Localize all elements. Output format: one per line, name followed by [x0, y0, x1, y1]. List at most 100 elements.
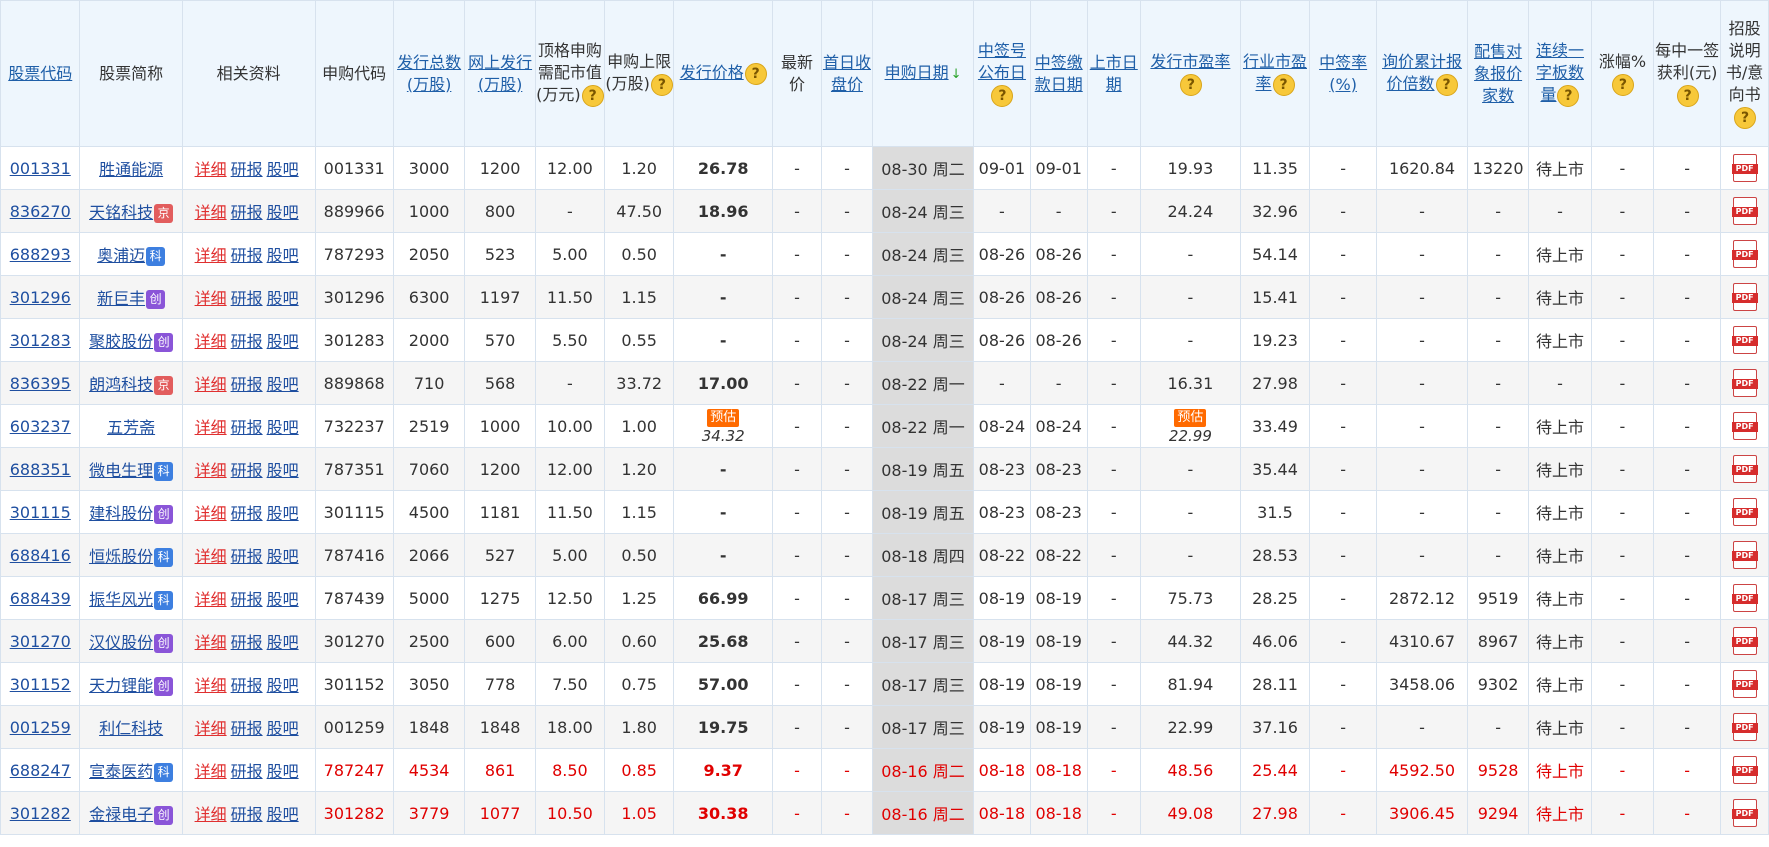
stock-code-link[interactable]: 688351: [10, 460, 71, 479]
forum-link[interactable]: 股吧: [267, 461, 299, 480]
column-header-link-listing[interactable]: 上市日期: [1090, 53, 1138, 94]
help-icon[interactable]: ?: [581, 84, 604, 107]
stock-code-link[interactable]: 301282: [10, 804, 71, 823]
stock-code-link[interactable]: 688439: [10, 589, 71, 608]
column-header-link-total[interactable]: 发行总数(万股): [397, 53, 461, 94]
help-icon[interactable]: ?: [1272, 73, 1295, 96]
column-header-link-first_close[interactable]: 首日收盘价: [823, 53, 871, 94]
stock-code-link[interactable]: 001331: [10, 159, 71, 178]
forum-link[interactable]: 股吧: [267, 203, 299, 222]
detail-link[interactable]: 详细: [195, 633, 227, 652]
pdf-icon[interactable]: [1731, 326, 1758, 354]
forum-link[interactable]: 股吧: [267, 762, 299, 781]
stock-code-link[interactable]: 001259: [10, 718, 71, 737]
detail-link[interactable]: 详细: [195, 203, 227, 222]
column-header-listing[interactable]: 上市日期: [1086, 0, 1141, 147]
pdf-icon[interactable]: [1731, 455, 1758, 483]
stock-name-link[interactable]: 五芳斋: [107, 418, 155, 437]
forum-link[interactable]: 股吧: [267, 418, 299, 437]
column-header-link-placement[interactable]: 配售对象报价家数: [1474, 42, 1522, 105]
forum-link[interactable]: 股吧: [267, 246, 299, 265]
stock-name-link[interactable]: 宣泰医药: [89, 762, 153, 781]
stock-code-link[interactable]: 688247: [10, 761, 71, 780]
forum-link[interactable]: 股吧: [267, 676, 299, 695]
column-header-first_close[interactable]: 首日收盘价: [820, 0, 874, 147]
research-link[interactable]: 研报: [231, 547, 263, 566]
forum-link[interactable]: 股吧: [267, 289, 299, 308]
stock-name-link[interactable]: 建科股份: [89, 504, 153, 523]
forum-link[interactable]: 股吧: [267, 504, 299, 523]
stock-name-link[interactable]: 胜通能源: [99, 160, 163, 179]
help-icon[interactable]: ?: [1435, 73, 1458, 96]
stock-code-link[interactable]: 836395: [10, 374, 71, 393]
stock-code-link[interactable]: 301115: [10, 503, 71, 522]
column-header-announce[interactable]: 中签号公布日?: [973, 0, 1031, 147]
help-icon[interactable]: ?: [1734, 106, 1757, 129]
column-header-date[interactable]: 申购日期 ↓: [871, 0, 975, 147]
stock-code-link[interactable]: 603237: [10, 417, 71, 436]
pdf-icon[interactable]: [1731, 412, 1758, 440]
help-icon[interactable]: ?: [1676, 84, 1699, 107]
research-link[interactable]: 研报: [231, 805, 263, 824]
pdf-icon[interactable]: [1731, 799, 1758, 827]
forum-link[interactable]: 股吧: [267, 590, 299, 609]
detail-link[interactable]: 详细: [195, 547, 227, 566]
column-header-link-code[interactable]: 股票代码: [8, 64, 72, 83]
research-link[interactable]: 研报: [231, 203, 263, 222]
pdf-icon[interactable]: [1731, 154, 1758, 182]
pdf-icon[interactable]: [1731, 627, 1758, 655]
stock-code-link[interactable]: 301270: [10, 632, 71, 651]
research-link[interactable]: 研报: [231, 160, 263, 179]
research-link[interactable]: 研报: [231, 332, 263, 351]
pdf-icon[interactable]: [1731, 197, 1758, 225]
pdf-icon[interactable]: [1731, 756, 1758, 784]
pdf-icon[interactable]: [1731, 498, 1758, 526]
stock-code-link[interactable]: 688416: [10, 546, 71, 565]
stock-name-link[interactable]: 聚胶股份: [89, 332, 153, 351]
detail-link[interactable]: 详细: [195, 160, 227, 179]
help-icon[interactable]: ?: [1557, 84, 1580, 107]
column-header-link-win_rate[interactable]: 中签率(%): [1319, 53, 1367, 94]
stock-code-link[interactable]: 301152: [10, 675, 71, 694]
research-link[interactable]: 研报: [231, 719, 263, 738]
stock-name-link[interactable]: 汉仪股份: [89, 633, 153, 652]
column-header-link-announce[interactable]: 中签号公布日: [978, 41, 1026, 82]
research-link[interactable]: 研报: [231, 762, 263, 781]
stock-name-link[interactable]: 恒烁股份: [89, 547, 153, 566]
stock-name-link[interactable]: 金禄电子: [89, 805, 153, 824]
column-header-pe[interactable]: 发行市盈率?: [1139, 0, 1241, 147]
stock-name-link[interactable]: 奥浦迈: [97, 246, 145, 265]
stock-code-link[interactable]: 688293: [10, 245, 71, 264]
forum-link[interactable]: 股吧: [267, 160, 299, 179]
stock-name-link[interactable]: 天力锂能: [89, 676, 153, 695]
help-icon[interactable]: ?: [650, 73, 673, 96]
research-link[interactable]: 研报: [231, 461, 263, 480]
stock-code-link[interactable]: 836270: [10, 202, 71, 221]
column-header-online[interactable]: 网上发行(万股): [464, 0, 536, 147]
forum-link[interactable]: 股吧: [267, 375, 299, 394]
research-link[interactable]: 研报: [231, 289, 263, 308]
pdf-icon[interactable]: [1731, 240, 1758, 268]
research-link[interactable]: 研报: [231, 633, 263, 652]
column-header-win_rate[interactable]: 中签率(%): [1309, 0, 1378, 147]
column-header-total[interactable]: 发行总数(万股): [392, 0, 466, 147]
pdf-icon[interactable]: [1731, 713, 1758, 741]
column-header-placement[interactable]: 配售对象报价家数: [1466, 0, 1530, 147]
research-link[interactable]: 研报: [231, 375, 263, 394]
pdf-icon[interactable]: [1731, 584, 1758, 612]
detail-link[interactable]: 详细: [195, 246, 227, 265]
stock-name-link[interactable]: 朗鸿科技: [89, 375, 153, 394]
pdf-icon[interactable]: [1731, 670, 1758, 698]
sort-desc-icon[interactable]: ↓: [951, 67, 962, 82]
forum-link[interactable]: 股吧: [267, 332, 299, 351]
stock-name-link[interactable]: 利仁科技: [99, 719, 163, 738]
research-link[interactable]: 研报: [231, 676, 263, 695]
column-header-ind_pe[interactable]: 行业市盈率?: [1239, 0, 1311, 147]
column-header-code[interactable]: 股票代码: [0, 0, 81, 147]
forum-link[interactable]: 股吧: [267, 633, 299, 652]
pdf-icon[interactable]: [1731, 541, 1758, 569]
help-icon[interactable]: ?: [744, 62, 767, 85]
forum-link[interactable]: 股吧: [267, 805, 299, 824]
column-header-price[interactable]: 发行价格?: [673, 0, 774, 147]
pdf-icon[interactable]: [1731, 369, 1758, 397]
